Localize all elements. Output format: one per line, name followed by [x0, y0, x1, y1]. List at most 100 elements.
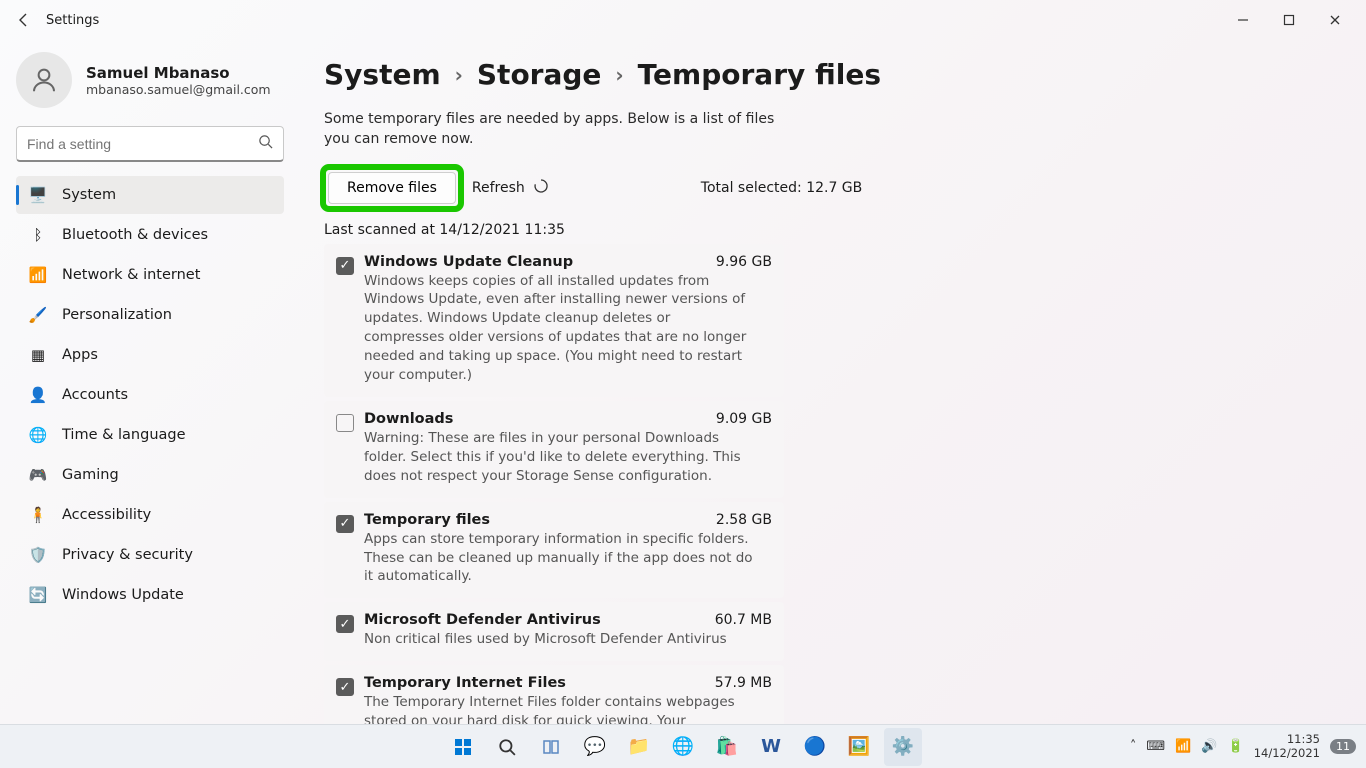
- network-icon: 📶: [28, 265, 48, 285]
- nav-item-privacy[interactable]: 🛡️Privacy & security: [16, 536, 284, 574]
- total-selected-value: 12.7 GB: [806, 180, 862, 196]
- gaming-icon: 🎮: [28, 465, 48, 485]
- nav-label: Bluetooth & devices: [62, 227, 208, 243]
- file-explorer-icon[interactable]: 📁: [620, 728, 658, 766]
- item-description: Warning: These are files in your persona…: [364, 429, 754, 486]
- time-icon: 🌐: [28, 425, 48, 445]
- crumb-current: Temporary files: [638, 58, 881, 91]
- nav-item-system[interactable]: 🖥️System: [16, 176, 284, 214]
- nav-item-accessibility[interactable]: 🧍 Accessibility: [16, 496, 284, 534]
- keyboard-icon[interactable]: ⌨: [1146, 739, 1165, 754]
- photos-icon[interactable]: 🖼️: [840, 728, 878, 766]
- file-category-item[interactable]: ✓ Temporary Internet Files 57.9 MB The T…: [324, 665, 784, 724]
- search-input[interactable]: [27, 136, 258, 152]
- wifi-icon[interactable]: 📶: [1175, 739, 1191, 754]
- nav-item-update[interactable]: 🔄 Windows Update: [16, 576, 284, 614]
- nav-item-gaming[interactable]: 🎮Gaming: [16, 456, 284, 494]
- nav-item-apps[interactable]: ▦Apps: [16, 336, 284, 374]
- item-title: Downloads: [364, 411, 453, 427]
- nav-list: 🖥️System ᛒ Bluetooth & devices 📶 Network & i…: [16, 176, 284, 614]
- clock-date: 14/12/2021: [1254, 747, 1320, 760]
- minimize-button[interactable]: [1220, 4, 1266, 36]
- nav-label: Personalization: [62, 307, 172, 323]
- sidebar: Samuel Mbanaso mbanaso.samuel@gmail.com …: [0, 40, 300, 724]
- file-category-item[interactable]: Downloads 9.09 GB Warning: These are fil…: [324, 401, 784, 498]
- accounts-icon: 👤: [28, 385, 48, 405]
- checkbox[interactable]: ✓: [336, 615, 354, 633]
- apps-icon: ▦: [28, 345, 48, 365]
- crumb-storage[interactable]: Storage: [477, 58, 602, 91]
- checkbox[interactable]: ✓: [336, 257, 354, 275]
- chevron-up-icon[interactable]: ˄: [1130, 739, 1137, 754]
- file-category-item[interactable]: ✓ Microsoft Defender Antivirus 60.7 MB N…: [324, 602, 784, 661]
- refresh-button[interactable]: Refresh: [472, 178, 549, 198]
- item-title: Windows Update Cleanup: [364, 254, 573, 270]
- nav-label: Accessibility: [62, 507, 151, 523]
- checkbox[interactable]: ✓: [336, 678, 354, 696]
- temp-files-list: ✓ Windows Update Cleanup 9.96 GB Windows…: [324, 244, 784, 724]
- maximize-button[interactable]: [1266, 4, 1312, 36]
- task-view-icon[interactable]: [532, 728, 570, 766]
- checkbox[interactable]: [336, 414, 354, 432]
- breadcrumb: System › Storage › Temporary files: [324, 58, 1342, 91]
- search-box[interactable]: [16, 126, 284, 162]
- profile-name: Samuel Mbanaso: [86, 64, 271, 82]
- edge-icon[interactable]: 🌐: [664, 728, 702, 766]
- settings-icon[interactable]: ⚙️: [884, 728, 922, 766]
- update-icon: 🔄: [28, 585, 48, 605]
- item-title: Temporary Internet Files: [364, 675, 566, 691]
- profile-block[interactable]: Samuel Mbanaso mbanaso.samuel@gmail.com: [16, 52, 284, 108]
- nav-item-time[interactable]: 🌐 Time & language: [16, 416, 284, 454]
- close-button[interactable]: [1312, 4, 1358, 36]
- start-button[interactable]: [444, 728, 482, 766]
- search-icon: [258, 134, 273, 153]
- highlight-marker: Remove files: [324, 168, 460, 208]
- total-selected-label: Total selected:: [701, 180, 802, 196]
- checkbox[interactable]: ✓: [336, 515, 354, 533]
- content-area: System › Storage › Temporary files Some …: [300, 40, 1366, 724]
- battery-icon[interactable]: 🔋: [1228, 739, 1244, 754]
- file-category-item[interactable]: ✓ Temporary files 2.58 GB Apps can store…: [324, 502, 784, 599]
- nav-label: Windows Update: [62, 587, 184, 603]
- word-icon[interactable]: W: [752, 728, 790, 766]
- item-description: Windows keeps copies of all installed up…: [364, 272, 754, 385]
- notification-badge[interactable]: 11: [1330, 739, 1356, 754]
- bluetooth-icon: ᛒ: [28, 225, 48, 245]
- back-button[interactable]: [8, 4, 40, 36]
- total-selected: Total selected: 12.7 GB: [701, 180, 863, 196]
- taskbar: 💬 📁 🌐 🛍️ W 🔵 🖼️ ⚙️ ˄ ⌨ 📶 🔊 🔋 11:35 14/12…: [0, 724, 1366, 768]
- store-icon[interactable]: 🛍️: [708, 728, 746, 766]
- last-scanned: Last scanned at 14/12/2021 11:35: [324, 222, 1342, 238]
- nav-item-network[interactable]: 📶 Network & internet: [16, 256, 284, 294]
- nav-label: Network & internet: [62, 267, 200, 283]
- avatar: [16, 52, 72, 108]
- accessibility-icon: 🧍: [28, 505, 48, 525]
- volume-icon[interactable]: 🔊: [1201, 739, 1217, 754]
- chat-icon[interactable]: 💬: [576, 728, 614, 766]
- page-subtitle: Some temporary files are needed by apps.…: [324, 109, 784, 150]
- item-size: 57.9 MB: [715, 675, 772, 691]
- chevron-right-icon: ›: [455, 63, 463, 87]
- personalization-icon: 🖌️: [28, 305, 48, 325]
- nav-item-bluetooth[interactable]: ᛒ Bluetooth & devices: [16, 216, 284, 254]
- nav-item-accounts[interactable]: 👤 Accounts: [16, 376, 284, 414]
- file-category-item[interactable]: ✓ Windows Update Cleanup 9.96 GB Windows…: [324, 244, 784, 397]
- remove-files-button[interactable]: Remove files: [328, 172, 456, 204]
- privacy-icon: 🛡️: [28, 545, 48, 565]
- nav-item-personalization[interactable]: 🖌️ Personalization: [16, 296, 284, 334]
- titlebar: Settings: [0, 0, 1366, 40]
- item-size: 9.09 GB: [716, 411, 772, 427]
- taskbar-icons: 💬 📁 🌐 🛍️ W 🔵 🖼️ ⚙️: [444, 728, 922, 766]
- refresh-label: Refresh: [472, 180, 525, 196]
- item-description: Non critical files used by Microsoft Def…: [364, 630, 754, 649]
- clock[interactable]: 11:35 14/12/2021: [1254, 733, 1320, 759]
- item-description: Apps can store temporary information in …: [364, 530, 754, 587]
- window-title: Settings: [46, 13, 99, 28]
- nav-label: Time & language: [62, 427, 186, 443]
- system-tray: ˄ ⌨ 📶 🔊 🔋 11:35 14/12/2021 11: [1130, 733, 1356, 759]
- item-size: 60.7 MB: [715, 612, 772, 628]
- nav-label: Accounts: [62, 387, 128, 403]
- chrome-icon[interactable]: 🔵: [796, 728, 834, 766]
- taskbar-search-icon[interactable]: [488, 728, 526, 766]
- crumb-system[interactable]: System: [324, 58, 441, 91]
